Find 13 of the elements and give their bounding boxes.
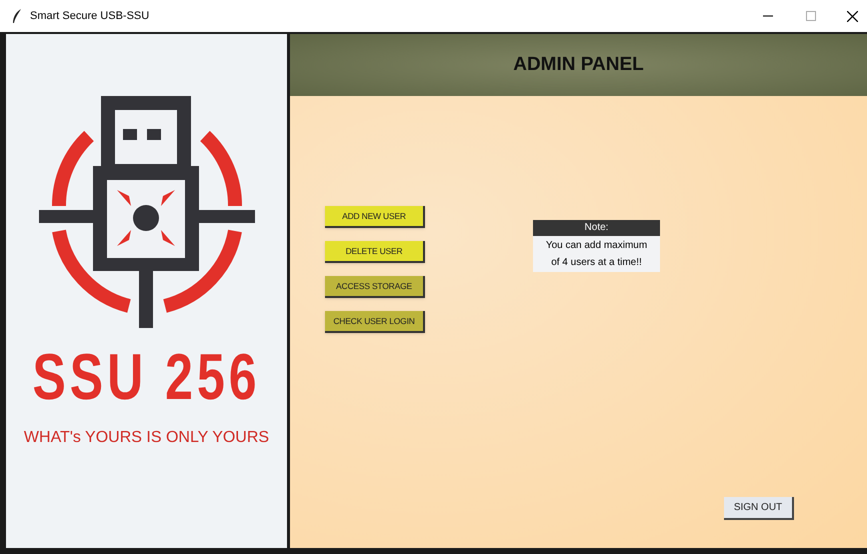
window-title: Smart Secure USB-SSU — [30, 8, 150, 24]
action-button[interactable]: ACCESS STORAGE — [325, 276, 425, 298]
brand-name: SSU 256 — [32, 344, 261, 410]
tagline: WHAT's YOURS IS ONLY YOURS — [24, 428, 270, 448]
close-icon[interactable] — [847, 10, 858, 22]
action-button[interactable]: DELETE USER — [325, 241, 425, 263]
sign-out-button[interactable]: SIGN OUT — [724, 497, 794, 520]
feather-icon — [12, 9, 22, 23]
note-title: Note: — [533, 220, 660, 236]
note-text: You can add maximum of 4 users at a time!! — [544, 239, 648, 270]
action-button[interactable]: CHECK USER LOGIN — [325, 311, 425, 333]
header-title: ADMIN PANEL — [513, 52, 644, 77]
action-button[interactable]: ADD NEW USER — [325, 206, 425, 228]
